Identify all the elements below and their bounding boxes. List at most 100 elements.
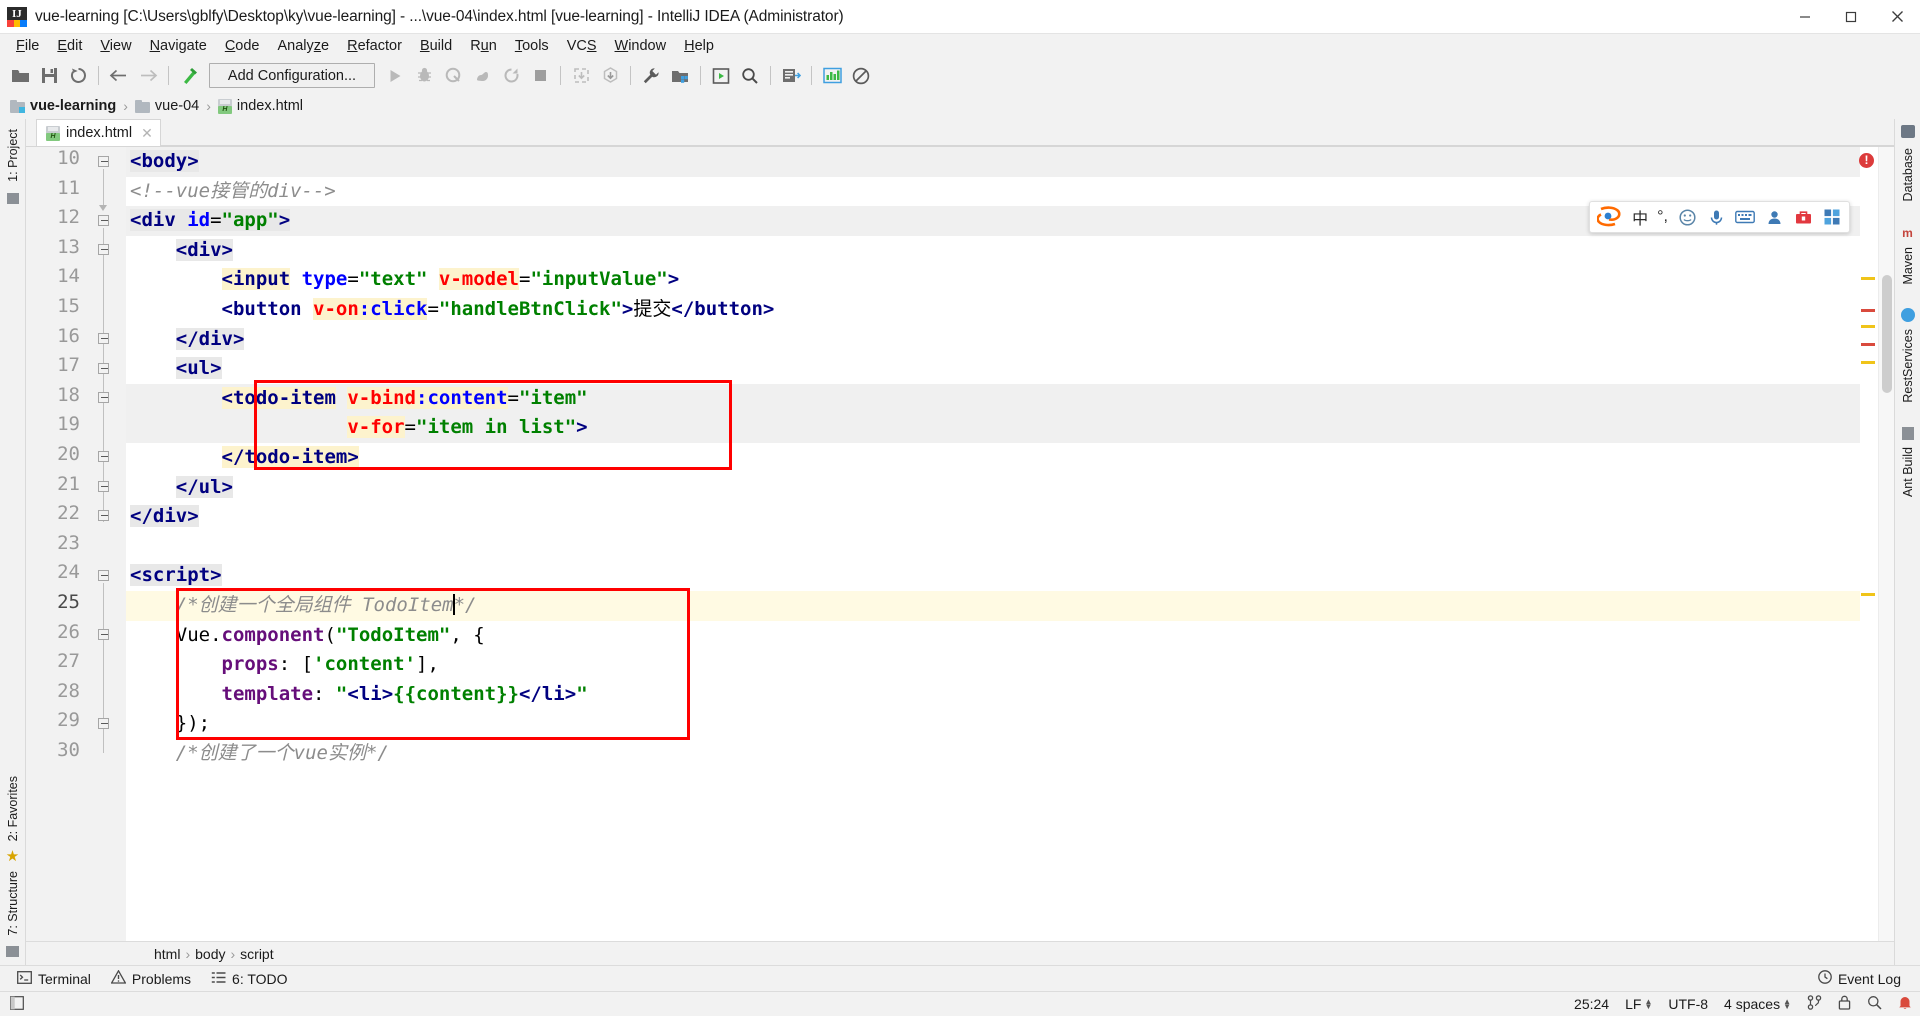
menu-build[interactable]: Build xyxy=(411,36,461,56)
structure-crumb-script[interactable]: script xyxy=(240,946,273,962)
debug-icon[interactable] xyxy=(410,62,438,89)
tab-index-html[interactable]: H index.html ✕ xyxy=(36,119,161,146)
menu-window[interactable]: Window xyxy=(606,36,676,56)
run-configuration-selector[interactable]: Add Configuration... xyxy=(209,63,375,88)
caret-position[interactable]: 25:24 xyxy=(1574,996,1609,1012)
sidebar-item-project[interactable]: 1: Project xyxy=(6,125,20,186)
structure-rail-icon[interactable] xyxy=(6,946,19,957)
close-button[interactable] xyxy=(1874,0,1920,34)
menu-run[interactable]: Run xyxy=(461,36,506,56)
ant-build-rail-icon[interactable] xyxy=(1901,426,1914,440)
stop-icon[interactable] xyxy=(526,62,554,89)
forward-arrow-icon[interactable] xyxy=(134,62,162,89)
fold-marker[interactable] xyxy=(98,570,111,583)
ime-punctuation-label[interactable]: °, xyxy=(1657,208,1668,226)
open-folder-icon[interactable] xyxy=(6,62,34,89)
menu-vcs[interactable]: VCS xyxy=(558,36,606,56)
rerun-icon[interactable] xyxy=(497,62,525,89)
maximize-button[interactable] xyxy=(1828,0,1874,34)
favorites-star-icon[interactable]: ★ xyxy=(6,845,19,867)
emoji-icon[interactable] xyxy=(1677,207,1697,227)
fold-marker[interactable] xyxy=(98,629,111,642)
fold-marker[interactable] xyxy=(98,392,111,405)
save-all-icon[interactable] xyxy=(35,62,63,89)
run-icon[interactable] xyxy=(381,62,409,89)
ime-input-bar[interactable]: 中 °, xyxy=(1589,201,1850,233)
tool-window-problems[interactable]: Problems xyxy=(102,967,200,990)
toolbox-icon[interactable] xyxy=(1793,207,1813,227)
fold-marker[interactable] xyxy=(98,363,111,376)
menu-code[interactable]: Code xyxy=(216,36,269,56)
tool-window-terminal[interactable]: Terminal xyxy=(8,968,100,990)
fold-marker[interactable] xyxy=(98,215,111,228)
menu-navigate[interactable]: Navigate xyxy=(141,36,216,56)
maven-rail-icon[interactable]: m xyxy=(1902,226,1913,240)
tool-window-event-log[interactable]: Event Log xyxy=(1809,967,1910,990)
install-app-icon[interactable] xyxy=(596,62,624,89)
code-content[interactable]: <body> <!--vue接管的div--> <div id="app"> <… xyxy=(126,147,1860,941)
error-count-badge[interactable]: ! xyxy=(1859,153,1874,168)
user-icon[interactable] xyxy=(1764,207,1784,227)
fold-marker[interactable] xyxy=(98,451,111,464)
tool-window-todo[interactable]: 6: TODO xyxy=(202,968,297,990)
fold-marker[interactable] xyxy=(98,510,111,523)
live-edit-icon[interactable] xyxy=(777,62,805,89)
inspection-icon[interactable] xyxy=(1867,995,1882,1013)
sidebar-item-database[interactable]: Database xyxy=(1901,144,1915,206)
profile-icon[interactable] xyxy=(468,62,496,89)
settings-wrench-icon[interactable] xyxy=(637,62,665,89)
line-separator-selector[interactable]: LF ▲ ▼ xyxy=(1625,996,1652,1012)
keyboard-icon[interactable] xyxy=(1735,207,1755,227)
ime-mode-label[interactable]: 中 xyxy=(1632,205,1648,229)
sidebar-item-ant-build[interactable]: Ant Build xyxy=(1901,443,1915,501)
sidebar-item-favorites[interactable]: 2: Favorites xyxy=(6,772,20,845)
update-app-icon[interactable] xyxy=(567,62,595,89)
fold-marker[interactable] xyxy=(98,156,111,169)
encoding-selector[interactable]: UTF-8 xyxy=(1668,996,1708,1012)
structure-crumb-html[interactable]: html xyxy=(154,946,180,962)
notification-bell-icon[interactable] xyxy=(1898,995,1912,1013)
project-structure-icon[interactable] xyxy=(666,62,694,89)
git-branch-icon[interactable] xyxy=(1807,995,1822,1013)
project-structure-rail-icon[interactable] xyxy=(6,192,19,204)
rest-services-rail-icon[interactable] xyxy=(1900,308,1915,323)
fold-marker[interactable] xyxy=(98,718,111,731)
sogou-logo-icon[interactable] xyxy=(1596,206,1623,228)
sidebar-item-structure[interactable]: 7: Structure xyxy=(6,867,20,940)
sidebar-item-maven[interactable]: Maven xyxy=(1901,243,1915,289)
menu-view[interactable]: View xyxy=(91,36,140,56)
structure-crumb-body[interactable]: body xyxy=(195,946,225,962)
indent-selector[interactable]: 4 spaces ▲ ▼ xyxy=(1724,996,1791,1012)
error-stripe-markers[interactable]: ! xyxy=(1859,147,1878,941)
fold-marker[interactable] xyxy=(98,481,111,494)
grid-menu-icon[interactable] xyxy=(1822,207,1842,227)
no-entry-icon[interactable] xyxy=(847,62,875,89)
run-browser-icon[interactable] xyxy=(707,62,735,89)
menu-analyze[interactable]: Analyze xyxy=(269,36,339,56)
menu-edit[interactable]: Edit xyxy=(48,36,91,56)
close-icon[interactable]: ✕ xyxy=(141,125,153,142)
breadcrumb-item-project[interactable]: vue-learning xyxy=(10,98,116,114)
menu-file[interactable]: File xyxy=(7,36,48,56)
scrollbar-thumb[interactable] xyxy=(1882,275,1892,393)
search-everywhere-icon[interactable] xyxy=(736,62,764,89)
menu-tools[interactable]: Tools xyxy=(506,36,558,56)
sync-refresh-icon[interactable] xyxy=(64,62,92,89)
menu-help[interactable]: Help xyxy=(675,36,723,56)
database-rail-icon[interactable] xyxy=(1900,125,1915,138)
run-with-coverage-icon[interactable] xyxy=(439,62,467,89)
minimize-button[interactable] xyxy=(1782,0,1828,34)
fold-marker[interactable] xyxy=(98,244,111,257)
microphone-icon[interactable] xyxy=(1706,207,1726,227)
editor-vertical-scrollbar[interactable] xyxy=(1878,147,1894,941)
status-bar-toggle-icon[interactable] xyxy=(10,995,24,1013)
breadcrumb-item-folder[interactable]: vue-04 xyxy=(134,98,199,114)
breadcrumb-item-file[interactable]: H index.html xyxy=(217,98,303,114)
lock-icon[interactable] xyxy=(1838,995,1851,1013)
build-hammer-icon[interactable] xyxy=(175,62,203,89)
fold-marker[interactable] xyxy=(98,333,111,346)
back-arrow-icon[interactable] xyxy=(105,62,133,89)
sidebar-item-restservices[interactable]: RestServices xyxy=(1901,325,1915,407)
diagram-icon[interactable] xyxy=(818,62,846,89)
menu-refactor[interactable]: Refactor xyxy=(338,36,411,56)
